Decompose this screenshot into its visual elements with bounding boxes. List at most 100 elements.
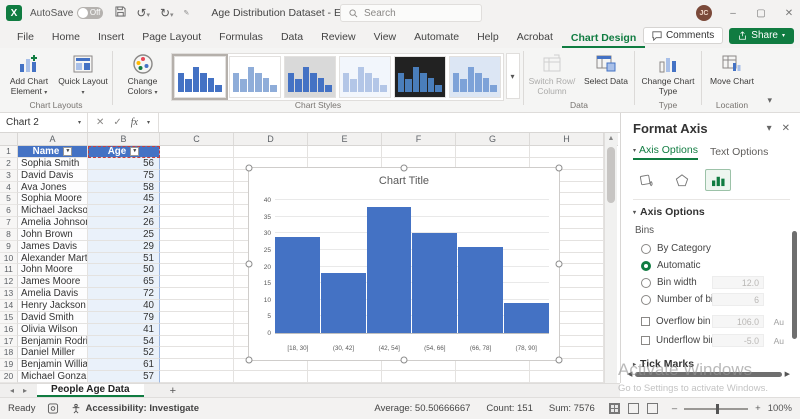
- cancel-icon[interactable]: ✕: [96, 117, 104, 128]
- column-header-b[interactable]: B: [88, 133, 160, 145]
- vertical-scrollbar[interactable]: ▲: [604, 133, 617, 383]
- cell-b11[interactable]: 50: [88, 264, 160, 276]
- histogram-bar-3[interactable]: [367, 207, 412, 333]
- name-box[interactable]: Chart 2▾: [0, 113, 88, 132]
- selection-handle[interactable]: [556, 261, 563, 268]
- cell-a7[interactable]: Amelia Johnson: [18, 217, 88, 229]
- effects-icon[interactable]: [669, 169, 695, 191]
- chart-style-5[interactable]: [394, 56, 446, 98]
- user-avatar[interactable]: JC: [696, 5, 712, 21]
- cell-a13[interactable]: Amelia Davis: [18, 288, 88, 300]
- cell[interactable]: [160, 253, 234, 265]
- tab-acrobat[interactable]: Acrobat: [508, 28, 562, 48]
- row-header-5[interactable]: 5: [0, 193, 18, 205]
- comments-button[interactable]: Comments: [643, 27, 723, 44]
- sheet-tab-people-age-data[interactable]: People Age Data: [37, 384, 144, 397]
- chart-style-1[interactable]: [174, 56, 226, 98]
- redo-icon[interactable]: ↻▾: [160, 6, 174, 20]
- cell[interactable]: [382, 146, 456, 158]
- cell-a10[interactable]: Alexander Martin: [18, 253, 88, 265]
- row-header-18[interactable]: 18: [0, 347, 18, 359]
- add-sheet-button[interactable]: +: [170, 385, 176, 397]
- row-header-2[interactable]: 2: [0, 158, 18, 170]
- cell[interactable]: [160, 193, 234, 205]
- tab-file[interactable]: File: [8, 28, 43, 48]
- cell-b5[interactable]: 45: [88, 193, 160, 205]
- enter-icon[interactable]: ✓: [113, 117, 121, 128]
- row-header-19[interactable]: 19: [0, 359, 18, 371]
- cell[interactable]: [308, 146, 382, 158]
- cell[interactable]: [160, 146, 234, 158]
- auto-button[interactable]: Au: [774, 336, 784, 346]
- cell[interactable]: [160, 158, 234, 170]
- radio-number-of-bins[interactable]: Number of bins6: [633, 291, 790, 308]
- page-break-view-button[interactable]: [647, 403, 658, 414]
- selection-handle[interactable]: [246, 357, 253, 364]
- pane-close-icon[interactable]: ✕: [782, 123, 790, 134]
- input-overflow-bin[interactable]: 106.0: [712, 315, 764, 328]
- cell-a16[interactable]: Olivia Wilson: [18, 324, 88, 336]
- cell-b17[interactable]: 54: [88, 336, 160, 348]
- filter-button[interactable]: ▾: [130, 147, 139, 156]
- row-header-4[interactable]: 4: [0, 182, 18, 194]
- x-tick-label[interactable]: (78, 90]: [503, 345, 549, 352]
- cell[interactable]: [160, 288, 234, 300]
- cell[interactable]: [160, 182, 234, 194]
- undo-icon[interactable]: ↺▾: [136, 6, 150, 20]
- pane-hscrollbar-thumb[interactable]: [635, 372, 781, 377]
- cell[interactable]: [530, 371, 604, 383]
- cell[interactable]: [160, 229, 234, 241]
- cell[interactable]: [234, 371, 308, 383]
- x-tick-label[interactable]: [18, 30]: [275, 345, 321, 352]
- row-header-3[interactable]: 3: [0, 170, 18, 182]
- cell[interactable]: [160, 336, 234, 348]
- cell[interactable]: [530, 146, 604, 158]
- x-tick-label[interactable]: (42, 54]: [366, 345, 412, 352]
- cell-b8[interactable]: 25: [88, 229, 160, 241]
- section-axis-options[interactable]: ▾Axis Options: [633, 206, 790, 218]
- cell-b1[interactable]: Age▾: [88, 146, 160, 158]
- cell[interactable]: [160, 312, 234, 324]
- pane-collapse-icon[interactable]: ▾: [767, 123, 772, 134]
- tab-chart-design[interactable]: Chart Design: [562, 29, 645, 49]
- row-header-15[interactable]: 15: [0, 312, 18, 324]
- x-tick-label[interactable]: (66, 78]: [458, 345, 504, 352]
- change-colors-button[interactable]: Change Colors ▾: [117, 51, 169, 97]
- column-header-d[interactable]: D: [234, 133, 308, 145]
- cell[interactable]: [160, 324, 234, 336]
- fill-line-icon[interactable]: [633, 169, 659, 191]
- cell-a2[interactable]: Sophia Smith: [18, 158, 88, 170]
- cell[interactable]: [160, 359, 234, 371]
- row-header-11[interactable]: 11: [0, 264, 18, 276]
- cell[interactable]: [160, 371, 234, 383]
- cell-a19[interactable]: Benjamin Williams: [18, 359, 88, 371]
- cell-a18[interactable]: Daniel Miller: [18, 347, 88, 359]
- cell-b15[interactable]: 79: [88, 312, 160, 324]
- histogram-bar-1[interactable]: [275, 237, 320, 333]
- tab-view[interactable]: View: [365, 28, 406, 48]
- customize-qat-icon[interactable]: ✎: [184, 9, 190, 17]
- row-header-7[interactable]: 7: [0, 217, 18, 229]
- selection-handle[interactable]: [246, 261, 253, 268]
- cell[interactable]: [160, 241, 234, 253]
- cell-a9[interactable]: James Davis: [18, 241, 88, 253]
- chart-title[interactable]: Chart Title: [249, 175, 559, 187]
- add-chart-element-button[interactable]: Add Chart Element ▾: [3, 51, 55, 97]
- selection-handle[interactable]: [556, 357, 563, 364]
- cell[interactable]: [160, 347, 234, 359]
- input-number-of-bins[interactable]: 6: [712, 293, 764, 306]
- cell-a11[interactable]: John Moore: [18, 264, 88, 276]
- gallery-more-button[interactable]: ▾: [506, 53, 520, 99]
- section-tick-marks[interactable]: ▸Tick Marks: [633, 358, 790, 370]
- search-input[interactable]: Search: [340, 4, 482, 22]
- formula-input[interactable]: [159, 113, 620, 132]
- histogram-bar-4[interactable]: [412, 233, 457, 333]
- cell-a20[interactable]: Michael Gonzalez: [18, 371, 88, 383]
- input-underflow-bin[interactable]: -5.0: [712, 334, 764, 347]
- cell-a17[interactable]: Benjamin Rodriguez: [18, 336, 88, 348]
- row-header-16[interactable]: 16: [0, 324, 18, 336]
- tab-home[interactable]: Home: [43, 28, 89, 48]
- chart-style-2[interactable]: [229, 56, 281, 98]
- cell-b4[interactable]: 58: [88, 182, 160, 194]
- row-header-10[interactable]: 10: [0, 253, 18, 265]
